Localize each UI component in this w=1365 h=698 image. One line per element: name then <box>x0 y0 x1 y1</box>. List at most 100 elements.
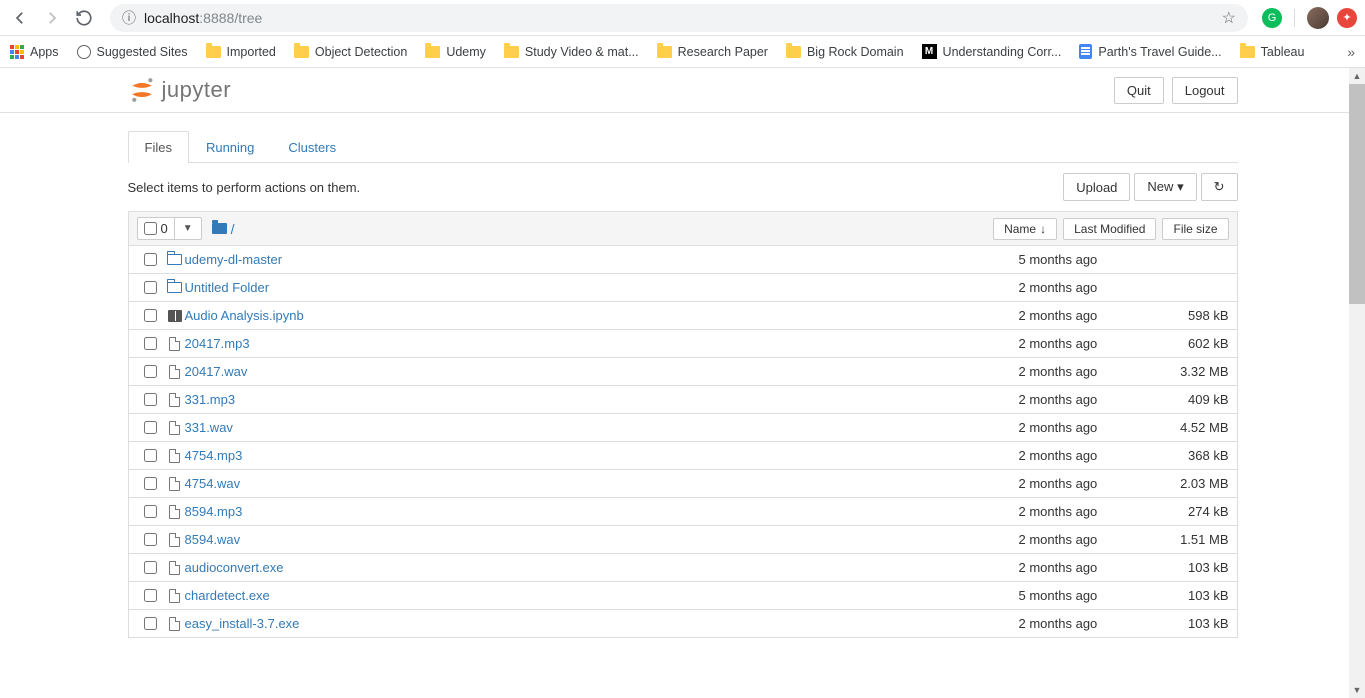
tab-running[interactable]: Running <box>189 131 271 163</box>
bookmark-big-rock-domain[interactable]: Big Rock Domain <box>786 45 904 59</box>
row-checkbox[interactable] <box>144 365 157 378</box>
file-size: 1.51 MB <box>1159 532 1229 547</box>
sort-file-size[interactable]: File size <box>1162 218 1228 240</box>
file-name-link[interactable]: 20417.wav <box>185 364 248 379</box>
scrollbar[interactable]: ▲ ▼ <box>1349 68 1365 698</box>
file-name-link[interactable]: easy_install-3.7.exe <box>185 616 300 631</box>
logout-button[interactable]: Logout <box>1172 77 1238 104</box>
file-name-link[interactable]: 4754.wav <box>185 476 241 491</box>
file-modified: 2 months ago <box>1019 336 1159 351</box>
breadcrumb-root: / <box>231 221 235 237</box>
file-modified: 2 months ago <box>1019 308 1159 323</box>
file-name-link[interactable]: chardetect.exe <box>185 588 270 603</box>
refresh-button[interactable]: ↻ <box>1201 173 1238 201</box>
file-row: easy_install-3.7.exe2 months ago103 kB <box>128 610 1238 638</box>
jupyter-logo-text: jupyter <box>162 77 232 103</box>
reload-button[interactable] <box>72 6 96 30</box>
quit-button[interactable]: Quit <box>1114 77 1164 104</box>
row-checkbox[interactable] <box>144 449 157 462</box>
bookmark-research-paper[interactable]: Research Paper <box>657 45 768 59</box>
row-checkbox[interactable] <box>144 589 157 602</box>
back-button[interactable] <box>8 6 32 30</box>
apps-label: Apps <box>30 45 59 59</box>
select-dropdown[interactable]: ▼ <box>175 218 201 239</box>
bookmark-tableau[interactable]: Tableau <box>1240 45 1305 59</box>
row-checkbox[interactable] <box>144 253 157 266</box>
file-name-link[interactable]: Untitled Folder <box>185 280 270 295</box>
row-checkbox[interactable] <box>144 505 157 518</box>
sort-name[interactable]: Name↓ <box>993 218 1057 240</box>
bookmark-object-detection[interactable]: Object Detection <box>294 45 407 59</box>
new-button[interactable]: New ▾ <box>1134 173 1196 201</box>
folder-icon <box>786 46 801 58</box>
bookmarks-overflow[interactable]: » <box>1347 44 1355 60</box>
profile-avatar[interactable] <box>1307 7 1329 29</box>
file-size: 103 kB <box>1159 560 1229 575</box>
row-checkbox[interactable] <box>144 281 157 294</box>
file-name-link[interactable]: Audio Analysis.ipynb <box>185 308 304 323</box>
scrollbar-thumb[interactable] <box>1349 84 1365 304</box>
file-modified: 2 months ago <box>1019 280 1159 295</box>
forward-button[interactable] <box>40 6 64 30</box>
file-size: 274 kB <box>1159 504 1229 519</box>
bookmark-imported[interactable]: Imported <box>206 45 276 59</box>
notebook-icon <box>165 310 185 322</box>
bookmark-udemy[interactable]: Udemy <box>425 45 486 59</box>
file-size: 602 kB <box>1159 336 1229 351</box>
scroll-down-icon[interactable]: ▼ <box>1349 682 1365 698</box>
row-checkbox[interactable] <box>144 477 157 490</box>
upload-button[interactable]: Upload <box>1063 173 1130 201</box>
folder-icon <box>1240 46 1255 58</box>
file-modified: 2 months ago <box>1019 560 1159 575</box>
file-icon <box>165 421 185 435</box>
file-name-link[interactable]: audioconvert.exe <box>185 560 284 575</box>
row-checkbox[interactable] <box>144 337 157 350</box>
file-row: 8594.mp3 2 months ago274 kB <box>128 498 1238 526</box>
scroll-up-icon[interactable]: ▲ <box>1349 68 1365 84</box>
sort-last-modified[interactable]: Last Modified <box>1063 218 1156 240</box>
bookmark-study-video[interactable]: Study Video & mat... <box>504 45 639 59</box>
row-checkbox[interactable] <box>144 561 157 574</box>
file-name-link[interactable]: 331.mp3 <box>185 392 236 407</box>
file-row: audioconvert.exe 2 months ago103 kB <box>128 554 1238 582</box>
jupyter-logo[interactable]: jupyter <box>128 76 232 104</box>
select-all-checkbox[interactable] <box>144 222 157 235</box>
file-modified: 2 months ago <box>1019 504 1159 519</box>
gdoc-icon <box>1079 44 1092 59</box>
row-checkbox[interactable] <box>144 309 157 322</box>
bookmarks-bar: Apps Suggested Sites Imported Object Det… <box>0 36 1365 68</box>
file-name-link[interactable]: 8594.mp3 <box>185 504 243 519</box>
bookmark-parths-travel-guide[interactable]: Parth's Travel Guide... <box>1079 44 1221 59</box>
row-checkbox[interactable] <box>144 421 157 434</box>
file-name-link[interactable]: 20417.mp3 <box>185 336 250 351</box>
file-modified: 2 months ago <box>1019 532 1159 547</box>
address-bar[interactable]: ⓘ localhost:8888/tree ☆ <box>110 4 1248 32</box>
select-all-checkbox-wrap[interactable]: 0 <box>138 218 175 239</box>
file-name-link[interactable]: 331.wav <box>185 420 233 435</box>
file-modified: 2 months ago <box>1019 476 1159 491</box>
file-icon <box>165 505 185 519</box>
file-name-link[interactable]: 4754.mp3 <box>185 448 243 463</box>
bookmark-star-icon[interactable]: ☆ <box>1222 8 1236 28</box>
site-info-icon[interactable]: ⓘ <box>122 8 136 28</box>
jupyter-logo-icon <box>128 76 156 104</box>
file-icon <box>165 477 185 491</box>
row-checkbox[interactable] <box>144 393 157 406</box>
file-size: 4.52 MB <box>1159 420 1229 435</box>
apps-shortcut[interactable]: Apps <box>10 45 59 59</box>
file-name-link[interactable]: udemy-dl-master <box>185 252 283 267</box>
file-row: chardetect.exe5 months ago103 kB <box>128 582 1238 610</box>
file-name-link[interactable]: 8594.wav <box>185 532 241 547</box>
file-row: 20417.mp3 2 months ago602 kB <box>128 330 1238 358</box>
bookmark-understanding-corr[interactable]: MUnderstanding Corr... <box>922 44 1062 59</box>
file-size: 2.03 MB <box>1159 476 1229 491</box>
bookmark-suggested-sites[interactable]: Suggested Sites <box>77 45 188 59</box>
extension-grammarly-icon[interactable]: G <box>1262 8 1282 28</box>
row-checkbox[interactable] <box>144 617 157 630</box>
tab-clusters[interactable]: Clusters <box>271 131 353 163</box>
file-modified: 2 months ago <box>1019 616 1159 631</box>
tab-files[interactable]: Files <box>128 131 189 163</box>
extension-adblock-icon[interactable]: ✦ <box>1337 8 1357 28</box>
breadcrumb[interactable]: / <box>212 221 235 237</box>
row-checkbox[interactable] <box>144 533 157 546</box>
